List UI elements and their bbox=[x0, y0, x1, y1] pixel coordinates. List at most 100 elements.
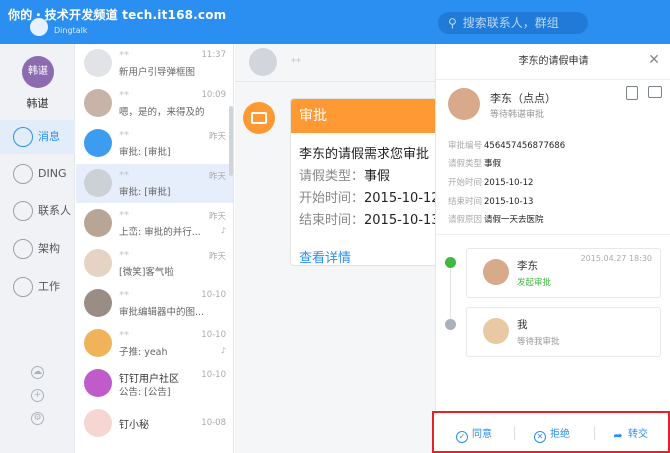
agree-label: 同意 bbox=[472, 429, 492, 440]
check-circle-icon: ✓ bbox=[456, 431, 468, 443]
nav-item-messages[interactable]: 消息 bbox=[0, 120, 75, 154]
community-icon bbox=[84, 369, 112, 397]
group-avatar bbox=[84, 329, 112, 357]
list-item[interactable]: ** 嗯，是的，来得及的 10:09 bbox=[76, 84, 233, 123]
conversation-time: 昨天 bbox=[208, 172, 226, 182]
list-item[interactable]: ** 子推: yeah 10-10 ♪ bbox=[76, 324, 233, 363]
view-details-link[interactable]: 查看详情 bbox=[299, 247, 351, 265]
divider bbox=[514, 426, 515, 440]
add-icon[interactable]: + bbox=[31, 389, 44, 402]
timeline-status: 等待我审批 bbox=[517, 337, 560, 347]
nav-label: 联系人 bbox=[38, 204, 71, 217]
document-icon[interactable] bbox=[626, 86, 638, 100]
search-input[interactable]: ⚲ 搜索联系人，群组 bbox=[438, 12, 588, 34]
avatar[interactable]: 韩谌 bbox=[22, 56, 54, 88]
conversation-time: 10-08 bbox=[201, 418, 226, 428]
nav-item-work[interactable]: 工作 bbox=[0, 270, 75, 304]
list-item[interactable]: 钉钉用户社区 公告: [公告] 10-10 bbox=[76, 364, 233, 403]
nav-item-org[interactable]: 架构 bbox=[0, 232, 75, 266]
list-item[interactable]: ** 新用户引导弹框图 11:37 bbox=[76, 44, 233, 83]
reject-button[interactable]: ✕ 拒绝 bbox=[534, 425, 570, 443]
field-approval-no: 审批编号 456457456877686 bbox=[448, 141, 566, 151]
card-start-row: 开始时间：2015-10-12 bbox=[299, 191, 435, 206]
settings-icon[interactable]: ⚙ bbox=[31, 412, 44, 425]
message-icon bbox=[13, 127, 33, 147]
conversation-name: ** bbox=[119, 90, 129, 101]
conversation-time: 10-10 bbox=[201, 330, 226, 340]
cloud-icon[interactable]: ☁ bbox=[31, 366, 44, 379]
work-icon bbox=[13, 277, 33, 297]
timeline-status: 发起审批 bbox=[517, 278, 552, 288]
approval-icon bbox=[243, 102, 275, 134]
conversation-preview: 审批编辑器中的图... bbox=[119, 307, 205, 318]
mute-icon: ♪ bbox=[220, 346, 226, 355]
divider bbox=[594, 426, 595, 440]
avatar bbox=[483, 259, 509, 285]
agree-button[interactable]: ✓ 同意 bbox=[456, 425, 492, 443]
conversation-preview: 审批: [审批] bbox=[119, 147, 171, 158]
scrollbar[interactable] bbox=[229, 106, 233, 176]
pending-dot bbox=[445, 319, 456, 330]
print-icon[interactable] bbox=[648, 86, 662, 98]
nav-label: DING bbox=[38, 167, 67, 180]
avatar bbox=[84, 249, 112, 277]
divider bbox=[436, 234, 670, 235]
nav-item-ding[interactable]: DING bbox=[0, 157, 75, 191]
check-icon bbox=[445, 257, 456, 268]
list-item[interactable]: 钉小秘 10-08 bbox=[76, 404, 233, 443]
close-icon[interactable]: ✕ bbox=[646, 52, 662, 68]
forward-icon: ➦ bbox=[613, 429, 623, 442]
compass-icon bbox=[84, 129, 112, 157]
conversation-preview: 公告: [公告] bbox=[119, 387, 171, 398]
conversation-name: ** bbox=[119, 290, 129, 301]
conversation-time: 昨天 bbox=[208, 212, 226, 222]
conversation-name: 钉钉用户社区 bbox=[119, 374, 179, 385]
approval-detail-panel: 李东的请假申请 ✕ 李东（点点） 等待韩谌审批 审批编号 456457456877… bbox=[435, 44, 670, 453]
conversation-time: 11:37 bbox=[201, 50, 227, 60]
forward-button[interactable]: ➦ 转交 bbox=[612, 425, 648, 443]
conversation-preview: 上峦: 审批的并行... bbox=[119, 227, 201, 238]
approval-card[interactable]: 审批 李东的请假需求您审批 请假类型：事假 开始时间：2015-10-12 结束… bbox=[290, 98, 435, 266]
nav-item-contacts[interactable]: 联系人 bbox=[0, 194, 75, 228]
conversation-time: 10-10 bbox=[201, 370, 226, 380]
approval-actions: ✓ 同意 ✕ 拒绝 ➦ 转交 bbox=[432, 411, 670, 453]
nav-label: 架构 bbox=[38, 242, 60, 255]
avatar bbox=[483, 318, 509, 344]
list-item[interactable]: ** 上峦: 审批的并行... 昨天 ♪ bbox=[76, 204, 233, 243]
dingtalk-logo-icon bbox=[30, 18, 48, 36]
field-end-time: 结束时间 2015-10-13 bbox=[448, 197, 534, 207]
mute-icon: ♪ bbox=[220, 226, 226, 235]
chat-title: ** bbox=[291, 57, 301, 68]
timeline-item: 李东 发起审批 2015.04.27 18:30 bbox=[466, 248, 661, 298]
search-icon: ⚲ bbox=[448, 16, 457, 30]
conversation-preview: [微笑]客气啦 bbox=[119, 267, 174, 278]
conversation-time: 昨天 bbox=[208, 132, 226, 142]
conversation-list: ** 新用户引导弹框图 11:37 ** 嗯，是的，来得及的 10:09 ** … bbox=[76, 44, 234, 453]
list-item[interactable]: ** 审批: [审批] 昨天 bbox=[76, 164, 233, 203]
x-circle-icon: ✕ bbox=[534, 431, 546, 443]
avatar[interactable] bbox=[249, 48, 277, 76]
nav-label: 消息 bbox=[38, 130, 60, 143]
reject-label: 拒绝 bbox=[550, 429, 570, 440]
conversation-preview: 新用户引导弹框图 bbox=[119, 67, 196, 78]
list-item[interactable]: ** [微笑]客气啦 昨天 bbox=[76, 244, 233, 283]
timeline-name: 我 bbox=[517, 319, 528, 331]
org-icon bbox=[13, 239, 33, 259]
approval-status: 等待韩谌审批 bbox=[490, 110, 545, 120]
user-name: 韩谌 bbox=[26, 97, 49, 110]
avatar bbox=[84, 409, 112, 437]
timeline-item: 我 等待我审批 bbox=[466, 307, 661, 357]
list-item[interactable]: ** 审批编辑器中的图... 10-10 bbox=[76, 284, 233, 323]
card-title: 审批 bbox=[291, 99, 435, 133]
avatar bbox=[84, 89, 112, 117]
requester-name: 李东（点点） bbox=[490, 92, 556, 105]
conversation-name: ** bbox=[119, 330, 129, 341]
title-bar: 你的・技术开发频道 tech.it168.com Dingtalk ⚲ 搜索联系人… bbox=[0, 0, 670, 44]
card-heading: 李东的请假需求您审批 bbox=[299, 147, 430, 162]
conversation-name: ** bbox=[119, 130, 129, 141]
list-item[interactable]: ** 审批: [审批] 昨天 bbox=[76, 124, 233, 163]
conversation-preview: 审批: [审批] bbox=[119, 187, 171, 198]
contacts-icon bbox=[13, 201, 33, 221]
conversation-time: 昨天 bbox=[208, 252, 226, 262]
conversation-time: 10-10 bbox=[201, 290, 226, 300]
